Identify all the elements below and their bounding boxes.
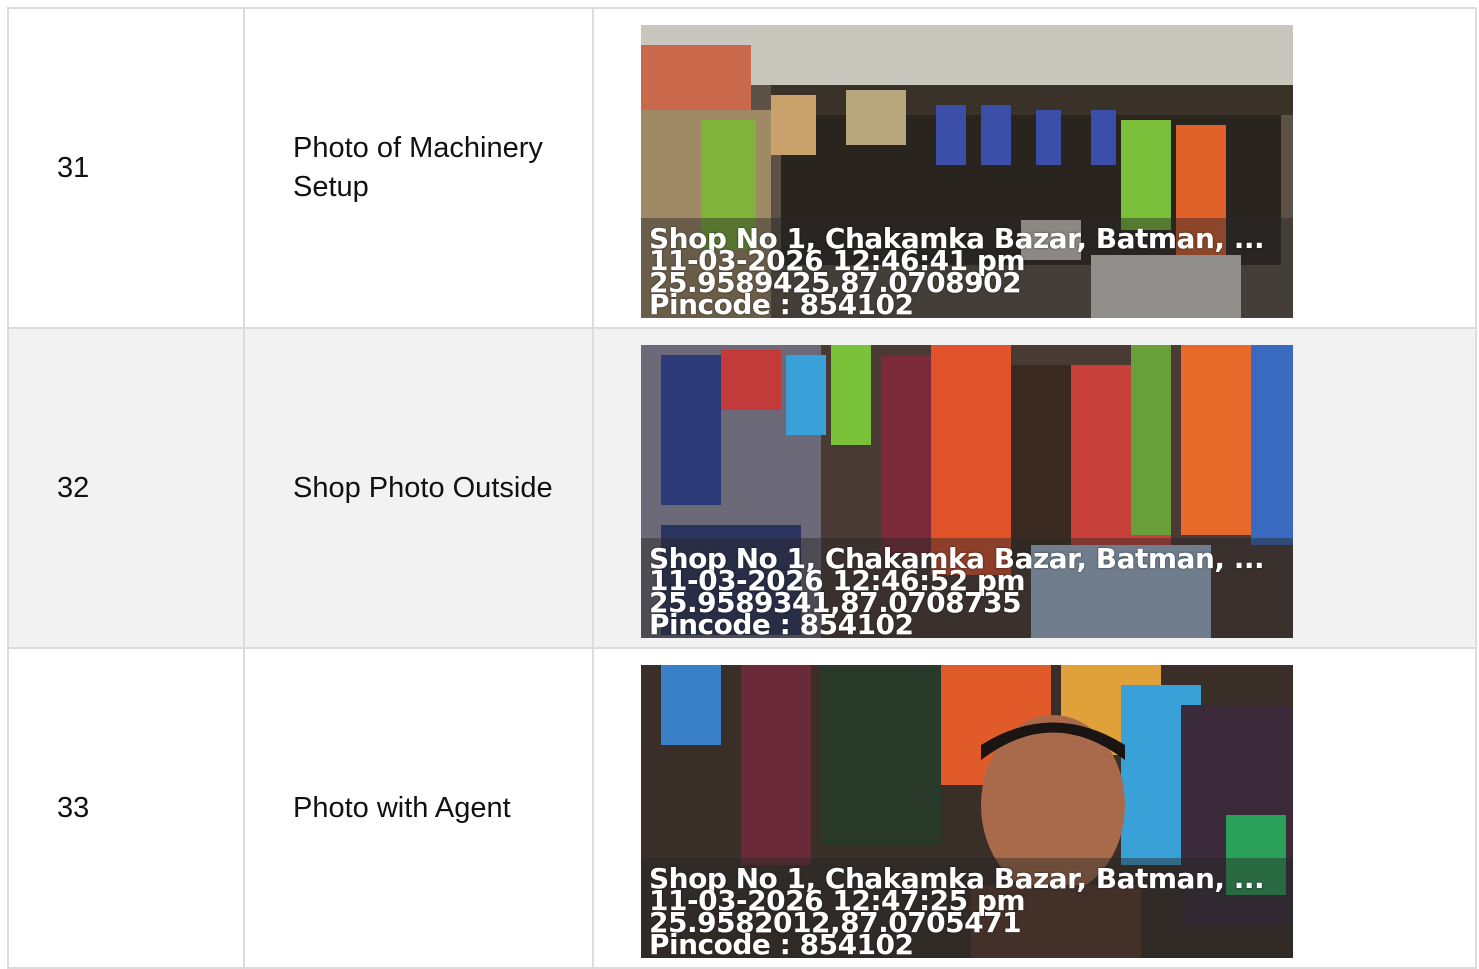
photo-table: 31 Photo of Machinery Setup Shop No 1, C…: [7, 7, 1477, 969]
row-number: 32: [9, 329, 245, 647]
shop-interior-photo[interactable]: Shop No 1, Chakamka Bazar, Batman, ... 1…: [641, 345, 1293, 638]
table-row: 33 Photo with Agent Shop No 1, Chakamka …: [9, 649, 1475, 969]
table-row: 31 Photo of Machinery Setup Shop No 1, C…: [9, 9, 1475, 329]
row-number: 31: [9, 9, 245, 327]
row-label: Shop Photo Outside: [245, 329, 594, 647]
row-label: Photo with Agent: [245, 649, 594, 967]
photo-cell: Shop No 1, Chakamka Bazar, Batman, ... 1…: [594, 329, 1475, 647]
table-row: 32 Shop Photo Outside Shop No 1, Chakamk…: [9, 329, 1475, 649]
agent-selfie-photo[interactable]: Shop No 1, Chakamka Bazar, Batman, ... 1…: [641, 665, 1293, 958]
row-label: Photo of Machinery Setup: [245, 9, 594, 327]
geo-stamp: Shop No 1, Chakamka Bazar, Batman, ... 1…: [649, 865, 1265, 959]
photo-cell: Shop No 1, Chakamka Bazar, Batman, ... 1…: [594, 649, 1475, 967]
geo-stamp: Shop No 1, Chakamka Bazar, Batman, ... 1…: [649, 225, 1265, 319]
photo-cell: Shop No 1, Chakamka Bazar, Batman, ... 1…: [594, 9, 1475, 327]
row-number: 33: [9, 649, 245, 967]
geo-stamp: Shop No 1, Chakamka Bazar, Batman, ... 1…: [649, 545, 1265, 639]
shop-exterior-photo[interactable]: Shop No 1, Chakamka Bazar, Batman, ... 1…: [641, 25, 1293, 318]
